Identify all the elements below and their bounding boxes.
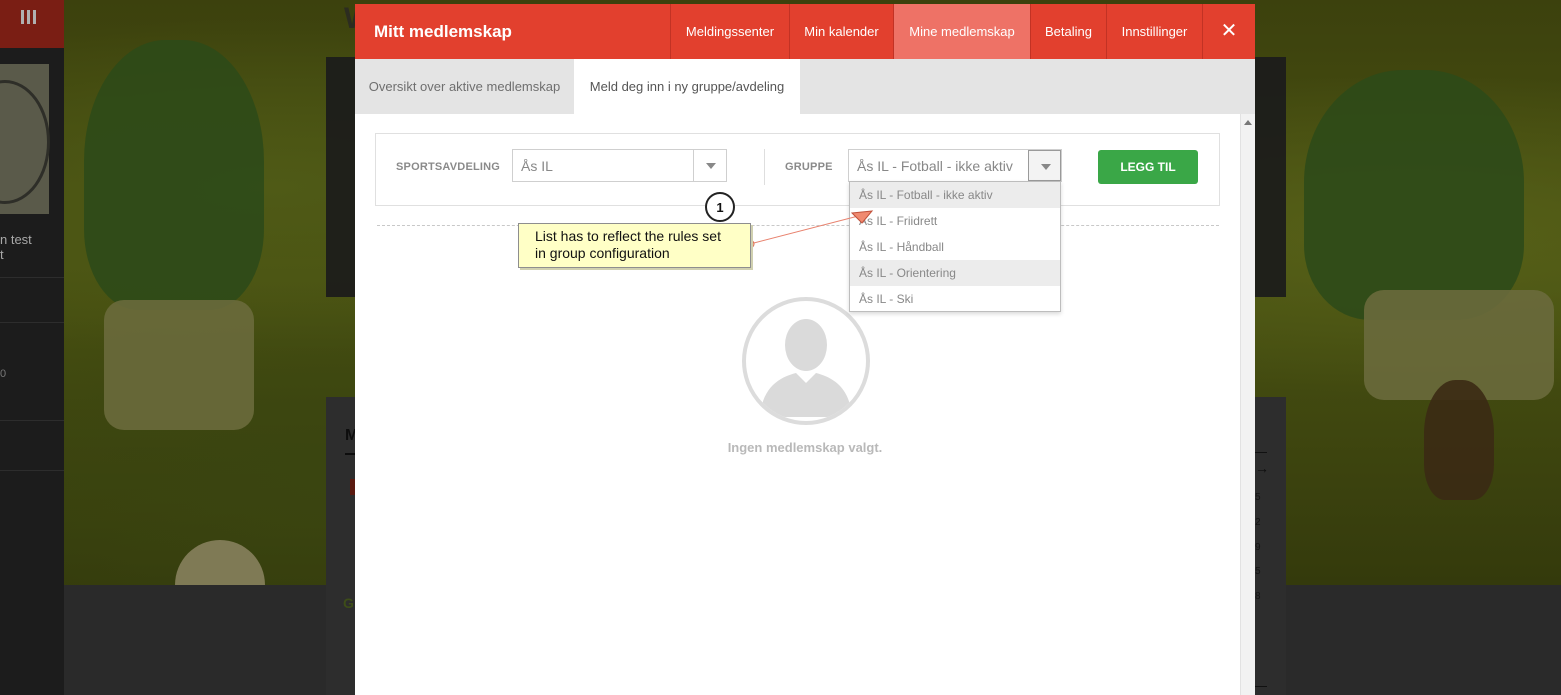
annotation-line-2: in group configuration <box>535 245 670 261</box>
annotation-callout: List has to reflect the rules set in gro… <box>518 223 751 268</box>
annotation-pointer <box>745 210 874 249</box>
annotation-number-badge: 1 <box>705 192 735 222</box>
annotation-line-1: List has to reflect the rules set <box>535 228 721 244</box>
